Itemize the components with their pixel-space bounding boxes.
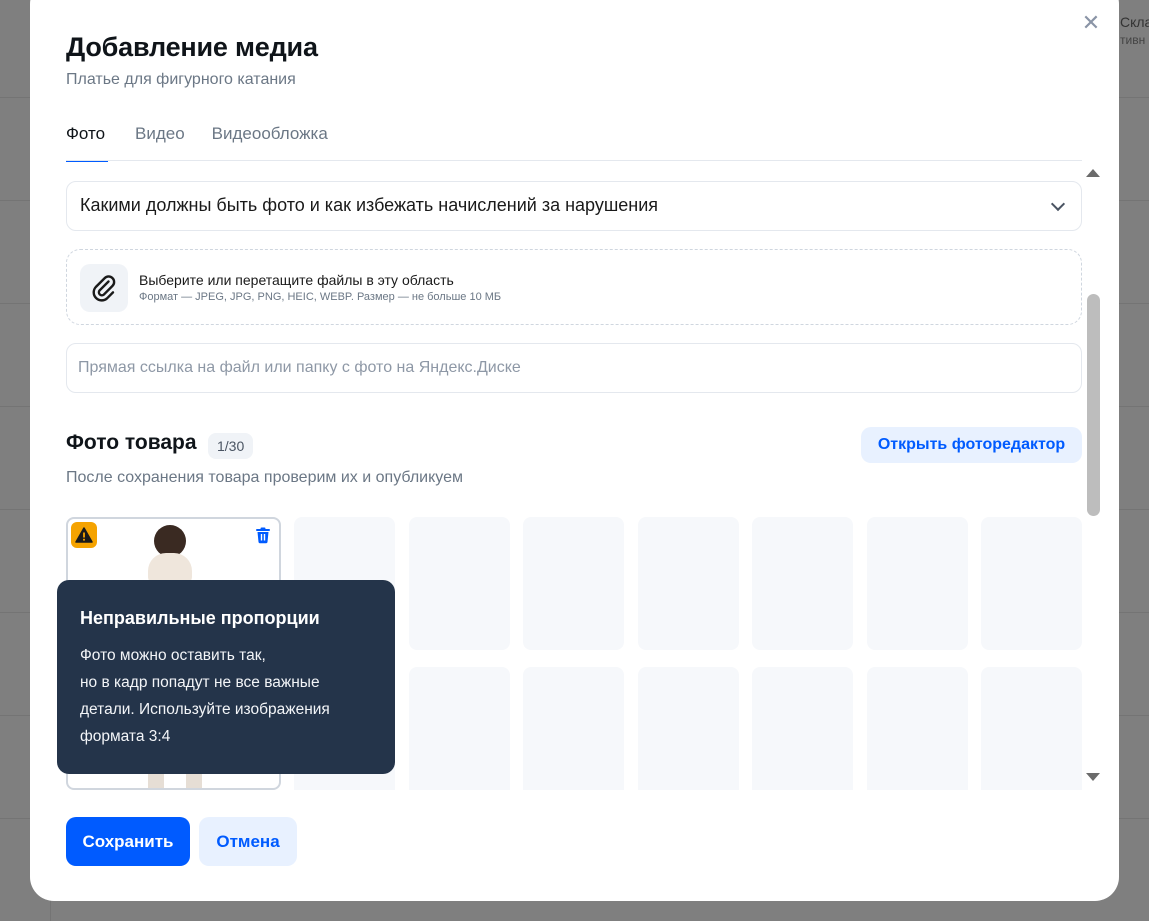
empty-photo-slot[interactable]: [409, 667, 510, 790]
empty-photo-slot[interactable]: [638, 667, 739, 790]
dropzone-title: Выберите или перетащите файлы в эту обла…: [139, 272, 454, 288]
close-icon[interactable]: ✕: [1080, 12, 1102, 34]
warning-icon[interactable]: [71, 522, 97, 548]
bg-column-subheader: тивн: [1120, 33, 1146, 47]
tooltip-text-line: детали. Используйте изображения: [80, 701, 330, 718]
tooltip-text-line: формата 3:4: [80, 728, 171, 745]
trash-icon[interactable]: [254, 526, 272, 544]
modal-title: Добавление медиа: [66, 32, 318, 62]
empty-photo-slot[interactable]: [409, 517, 510, 650]
empty-photo-slot[interactable]: [981, 667, 1082, 790]
empty-photo-slot[interactable]: [867, 517, 968, 650]
save-button[interactable]: Сохранить: [66, 817, 190, 866]
cancel-button[interactable]: Отмена: [199, 817, 297, 866]
tab-photo[interactable]: Фото: [66, 124, 108, 162]
empty-photo-slot[interactable]: [752, 667, 853, 790]
tooltip-text-line: но в кадр попадут не все важные: [80, 674, 320, 691]
product-photos-title: Фото товара: [66, 431, 197, 454]
bg-column-header: Скла: [1120, 14, 1149, 30]
photo-rules-accordion[interactable]: Какими должны быть фото и как избежать н…: [66, 181, 1082, 231]
empty-photo-slot[interactable]: [523, 667, 624, 790]
empty-photo-slot[interactable]: [523, 517, 624, 650]
media-tabs: Фото Видео Видеообложка: [66, 124, 355, 162]
photo-image-detail: [148, 553, 192, 583]
tab-video[interactable]: Видео: [135, 124, 185, 162]
tooltip-title: Неправильные пропорции: [80, 608, 320, 628]
tabs-divider: [66, 160, 1082, 161]
tooltip-text-line: Фото можно оставить так,: [80, 647, 266, 664]
modal-subtitle: Платье для фигурного катания: [66, 71, 296, 88]
empty-photo-slot[interactable]: [981, 517, 1082, 650]
wrong-proportions-tooltip: Неправильные пропорции Фото можно остави…: [57, 580, 395, 774]
open-photo-editor-button[interactable]: Открыть фоторедактор: [861, 427, 1082, 463]
empty-photo-slot[interactable]: [867, 667, 968, 790]
product-photos-subtitle: После сохранения товара проверим их и оп…: [66, 469, 463, 486]
scrollbar-thumb[interactable]: [1087, 294, 1100, 516]
dropzone-format-hint: Формат — JPEG, JPG, PNG, HEIC, WEBP. Раз…: [139, 291, 502, 303]
yandex-disk-link-input[interactable]: [66, 343, 1082, 393]
accordion-label: Какими должны быть фото и как избежать н…: [80, 195, 659, 215]
empty-photo-slot[interactable]: [752, 517, 853, 650]
scroll-up-arrow-icon[interactable]: [1086, 169, 1100, 177]
tab-video-cover[interactable]: Видеообложка: [212, 124, 328, 162]
chevron-down-icon: [1050, 196, 1066, 212]
scroll-down-arrow-icon[interactable]: [1086, 773, 1100, 781]
empty-photo-slot[interactable]: [638, 517, 739, 650]
paperclip-icon: [80, 264, 128, 312]
photo-count-badge: 1/30: [208, 433, 254, 459]
file-dropzone[interactable]: Выберите или перетащите файлы в эту обла…: [66, 249, 1082, 325]
